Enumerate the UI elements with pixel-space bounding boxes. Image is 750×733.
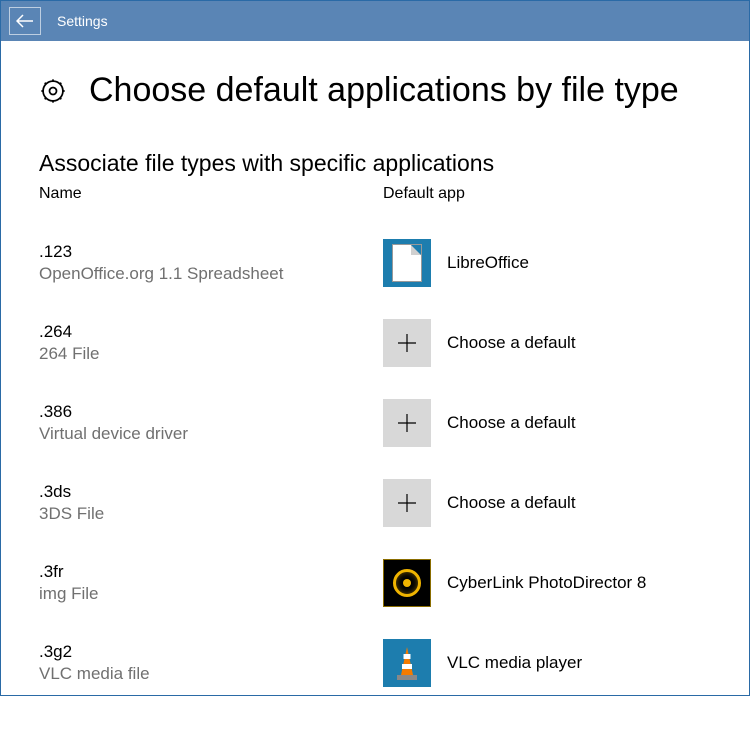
plus-icon <box>383 479 431 527</box>
file-extension: .3fr <box>39 562 363 582</box>
plus-icon <box>383 319 431 367</box>
app-label: Choose a default <box>447 333 576 353</box>
content-area: Choose default applications by file type… <box>1 41 749 733</box>
gear-icon <box>39 77 67 105</box>
file-type-row: .264 264 File Choose a default <box>39 303 711 383</box>
file-extension: .3ds <box>39 482 363 502</box>
app-label: LibreOffice <box>447 253 529 273</box>
app-label: Choose a default <box>447 413 576 433</box>
column-header-name: Name <box>39 185 383 203</box>
file-type-row: .3ds 3DS File Choose a default <box>39 463 711 543</box>
default-app-button[interactable]: CyberLink PhotoDirector 8 <box>383 559 646 607</box>
file-type-info: .264 264 File <box>39 322 383 364</box>
default-app-button[interactable]: LibreOffice <box>383 239 529 287</box>
file-type-info: .386 Virtual device driver <box>39 402 383 444</box>
window-title: Settings <box>57 13 108 29</box>
file-type-row: .123 OpenOffice.org 1.1 Spreadsheet Libr… <box>39 223 711 303</box>
default-app-button[interactable]: VLC media player <box>383 639 582 687</box>
default-app-button[interactable]: Choose a default <box>383 399 576 447</box>
file-type-info: .3fr img File <box>39 562 383 604</box>
file-type-row: .386 Virtual device driver Choose a defa… <box>39 383 711 463</box>
libreoffice-icon <box>383 239 431 287</box>
back-button[interactable] <box>9 7 41 35</box>
default-app-button[interactable]: Choose a default <box>383 319 576 367</box>
app-label: VLC media player <box>447 653 582 673</box>
plus-icon <box>383 399 431 447</box>
app-label: Choose a default <box>447 493 576 513</box>
file-description: 264 File <box>39 344 363 364</box>
file-description: Virtual device driver <box>39 424 363 444</box>
page-subtitle: Associate file types with specific appli… <box>39 150 711 177</box>
file-type-info: .123 OpenOffice.org 1.1 Spreadsheet <box>39 242 383 284</box>
page-title: Choose default applications by file type <box>89 71 679 110</box>
file-description: OpenOffice.org 1.1 Spreadsheet <box>39 264 363 284</box>
app-label: CyberLink PhotoDirector 8 <box>447 573 646 593</box>
file-extension: .386 <box>39 402 363 422</box>
file-type-info: .3ds 3DS File <box>39 482 383 524</box>
column-headers: Name Default app <box>39 185 711 203</box>
file-type-row: .3fr img File CyberLink PhotoDirector 8 <box>39 543 711 623</box>
column-header-default-app: Default app <box>383 185 465 203</box>
arrow-left-icon <box>16 14 34 28</box>
cyberlink-icon <box>383 559 431 607</box>
file-description: img File <box>39 584 363 604</box>
titlebar: Settings <box>1 1 749 41</box>
default-app-button[interactable]: Choose a default <box>383 479 576 527</box>
file-type-info: .3g2 VLC media file <box>39 642 383 684</box>
file-extension: .264 <box>39 322 363 342</box>
file-description: 3DS File <box>39 504 363 524</box>
vlc-icon <box>383 639 431 687</box>
file-extension: .123 <box>39 242 363 262</box>
file-description: VLC media file <box>39 664 363 684</box>
file-type-row: .3g2 VLC media file VLC media player <box>39 623 711 703</box>
file-extension: .3g2 <box>39 642 363 662</box>
page-header: Choose default applications by file type <box>39 71 711 110</box>
